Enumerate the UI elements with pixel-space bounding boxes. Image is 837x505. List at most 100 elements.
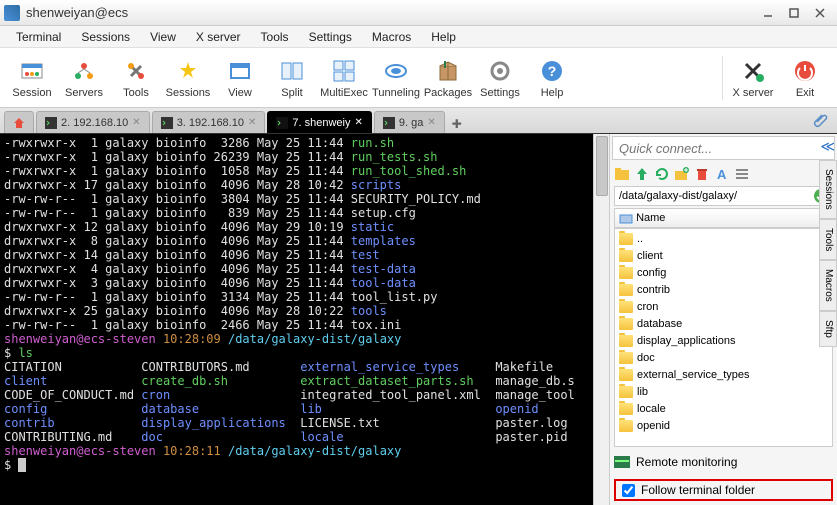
- tool-packages[interactable]: Packages: [422, 57, 474, 99]
- folder-icon: [619, 233, 633, 245]
- heartbeat-icon: [614, 456, 630, 468]
- scrollbar-thumb[interactable]: [596, 136, 608, 196]
- file-list-header[interactable]: Name◄: [614, 208, 833, 228]
- file-row[interactable]: doc: [615, 349, 832, 366]
- servers-icon: [70, 57, 98, 85]
- terminal-icon: [383, 117, 395, 129]
- packages-icon: [434, 57, 462, 85]
- folder-icon: [619, 335, 633, 347]
- tool-tunneling[interactable]: Tunneling: [370, 57, 422, 99]
- menu-macros[interactable]: Macros: [362, 28, 421, 46]
- folder-icon[interactable]: [614, 166, 630, 182]
- tab-9[interactable]: 9. ga✕: [374, 111, 445, 133]
- terminal-scrollbar[interactable]: [593, 134, 609, 505]
- sftp-path-field[interactable]: /data/galaxy-dist/galaxy/: [614, 186, 833, 206]
- file-row[interactable]: client: [615, 247, 832, 264]
- sidetab-sftp[interactable]: Sftp: [819, 311, 837, 347]
- close-icon[interactable]: ✕: [354, 117, 362, 128]
- menu-xserver[interactable]: X server: [186, 28, 251, 46]
- tab-home[interactable]: [4, 111, 34, 133]
- file-list[interactable]: ..clientconfigcontribcrondatabasedisplay…: [614, 228, 833, 447]
- tools-icon: [122, 57, 150, 85]
- refresh-icon[interactable]: [654, 166, 670, 182]
- help-icon: ?: [538, 57, 566, 85]
- menu-sessions[interactable]: Sessions: [71, 28, 140, 46]
- folder-icon: [619, 267, 633, 279]
- file-row[interactable]: lib: [615, 383, 832, 400]
- file-row[interactable]: external_service_types: [615, 366, 832, 383]
- sessions-icon: [174, 57, 202, 85]
- file-row[interactable]: display_applications: [615, 332, 832, 349]
- file-row[interactable]: ..: [615, 230, 832, 247]
- close-icon[interactable]: ✕: [427, 117, 435, 128]
- tool-tools[interactable]: Tools: [110, 57, 162, 99]
- tool-settings[interactable]: Settings: [474, 57, 526, 99]
- menu-view[interactable]: View: [140, 28, 186, 46]
- new-folder-icon[interactable]: [674, 166, 690, 182]
- tool-xserver[interactable]: X server: [727, 57, 779, 99]
- file-row[interactable]: cron: [615, 298, 832, 315]
- toolbar: Session Servers Tools Sessions View Spli…: [0, 48, 837, 108]
- up-icon[interactable]: [634, 166, 650, 182]
- delete-icon[interactable]: [694, 166, 710, 182]
- app-icon: [4, 5, 20, 21]
- svg-text:A: A: [717, 167, 727, 182]
- split-icon: [278, 57, 306, 85]
- tab-7-active[interactable]: 7. shenweiy✕: [267, 111, 371, 133]
- sidetab-sessions[interactable]: Sessions: [819, 160, 837, 219]
- home-icon: [13, 117, 25, 129]
- menu-settings[interactable]: Settings: [299, 28, 362, 46]
- terminal[interactable]: -rwxrwxr-x 1 galaxy bioinfo 3286 May 25 …: [0, 134, 593, 505]
- maximize-button[interactable]: [781, 4, 807, 22]
- tool-sessions[interactable]: Sessions: [162, 57, 214, 99]
- sidetab-tools[interactable]: Tools: [819, 219, 837, 260]
- close-button[interactable]: [807, 4, 833, 22]
- folder-icon: [619, 352, 633, 364]
- terminal-icon: [276, 117, 288, 129]
- menu-terminal[interactable]: Terminal: [6, 28, 71, 46]
- follow-terminal-folder[interactable]: Follow terminal folder: [614, 479, 833, 501]
- tool-help[interactable]: ?Help: [526, 57, 578, 99]
- file-row[interactable]: database: [615, 315, 832, 332]
- tool-split[interactable]: Split: [266, 57, 318, 99]
- tool-multiexec[interactable]: MultiExec: [318, 57, 370, 99]
- tool-view[interactable]: View: [214, 57, 266, 99]
- folder-icon: [619, 369, 633, 381]
- file-row[interactable]: contrib: [615, 281, 832, 298]
- menu-tools[interactable]: Tools: [251, 28, 299, 46]
- new-tab-button[interactable]: ✚: [447, 115, 467, 133]
- file-row[interactable]: locale: [615, 400, 832, 417]
- close-icon[interactable]: ✕: [132, 117, 140, 128]
- chevron-collapse-icon[interactable]: ≪: [820, 138, 835, 155]
- file-row[interactable]: openid: [615, 417, 832, 434]
- folder-icon: [619, 318, 633, 330]
- tunneling-icon: [382, 57, 410, 85]
- multiexec-icon: [330, 57, 358, 85]
- tabstrip: 2. 192.168.10✕ 3. 192.168.10✕ 7. shenwei…: [0, 108, 837, 134]
- sidetab-macros[interactable]: Macros: [819, 260, 837, 311]
- drive-icon: [619, 211, 633, 225]
- session-icon: [18, 57, 46, 85]
- remote-monitoring[interactable]: Remote monitoring: [614, 451, 833, 473]
- view-icon: [226, 57, 254, 85]
- follow-checkbox[interactable]: [622, 484, 635, 497]
- tab-2[interactable]: 2. 192.168.10✕: [36, 111, 150, 133]
- file-row[interactable]: config: [615, 264, 832, 281]
- quick-connect-input[interactable]: [612, 136, 835, 160]
- tool-servers[interactable]: Servers: [58, 57, 110, 99]
- tab-3[interactable]: 3. 192.168.10✕: [152, 111, 266, 133]
- text-icon[interactable]: A: [714, 166, 730, 182]
- menubar: Terminal Sessions View X server Tools Se…: [0, 26, 837, 48]
- window-title: shenweiyan@ecs: [26, 5, 755, 20]
- menu-help[interactable]: Help: [421, 28, 466, 46]
- side-panel: A ≪ /data/galaxy-dist/galaxy/ Name◄ ..cl…: [609, 134, 837, 505]
- close-icon[interactable]: ✕: [248, 117, 256, 128]
- minimize-button[interactable]: [755, 4, 781, 22]
- folder-icon: [619, 250, 633, 262]
- list-icon[interactable]: [734, 166, 750, 182]
- side-tabs: Sessions Tools Macros Sftp: [819, 160, 837, 347]
- folder-icon: [619, 420, 633, 432]
- tool-session[interactable]: Session: [6, 57, 58, 99]
- tool-exit[interactable]: Exit: [779, 57, 831, 99]
- paperclip-icon[interactable]: [813, 114, 829, 133]
